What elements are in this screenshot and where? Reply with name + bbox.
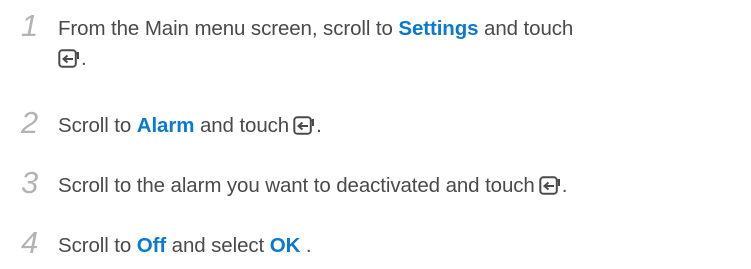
step-text-before: Scroll to the alarm you want to deactiva… (58, 174, 535, 197)
step-text-before: Scroll to (58, 234, 137, 257)
step-text: Scroll to Off and select OK . (58, 231, 748, 261)
settings-menu-label: Settings (398, 17, 479, 40)
step-text: Scroll to the alarm you want to deactiva… (58, 171, 748, 201)
step-number: 3 (21, 165, 39, 200)
step-text-end: . (316, 114, 322, 137)
step-text-end: . (300, 234, 312, 257)
instruction-steps: 1 From the Main menu screen, scroll to S… (0, 0, 751, 269)
step-text-after: and touch (478, 17, 574, 40)
ok-option-label: OK (269, 234, 301, 257)
step-number: 1 (21, 8, 39, 43)
enter-icon (293, 116, 315, 135)
step-number: 4 (21, 225, 39, 260)
step-text-after: and touch (194, 114, 290, 137)
step-text-middle: and select (166, 234, 270, 257)
enter-icon (539, 176, 561, 195)
step-text: From the Main menu screen, scroll to Set… (58, 14, 748, 74)
step-text-before: From the Main menu screen, scroll to (58, 17, 399, 40)
enter-icon (58, 49, 80, 68)
step-text-end: . (81, 47, 87, 70)
step-text-before: Scroll to (58, 114, 137, 137)
alarm-menu-label: Alarm (136, 114, 195, 137)
step-text-end: . (561, 174, 568, 197)
step-number: 2 (21, 105, 39, 140)
step-text: Scroll to Alarm and touch. (58, 111, 748, 141)
off-option-label: Off (136, 234, 167, 257)
